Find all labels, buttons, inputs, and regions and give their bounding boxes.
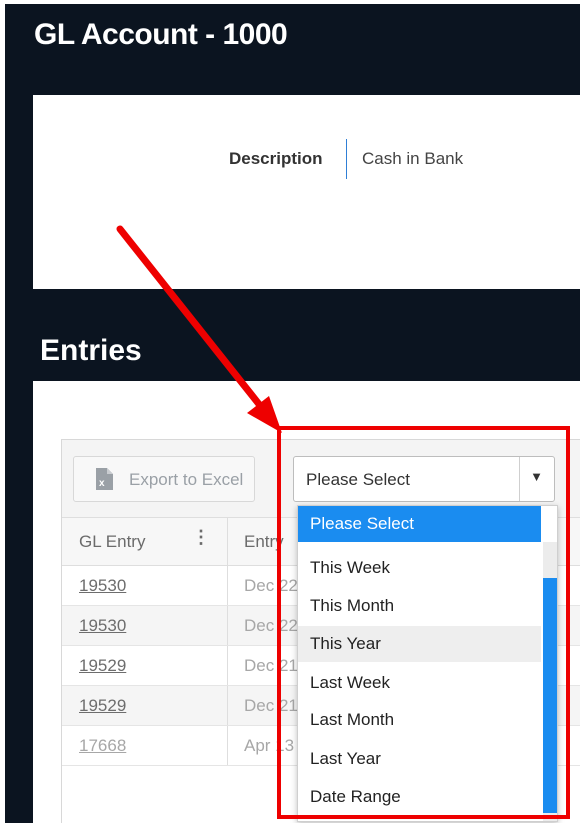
annotation-arrow-icon bbox=[116, 225, 282, 433]
